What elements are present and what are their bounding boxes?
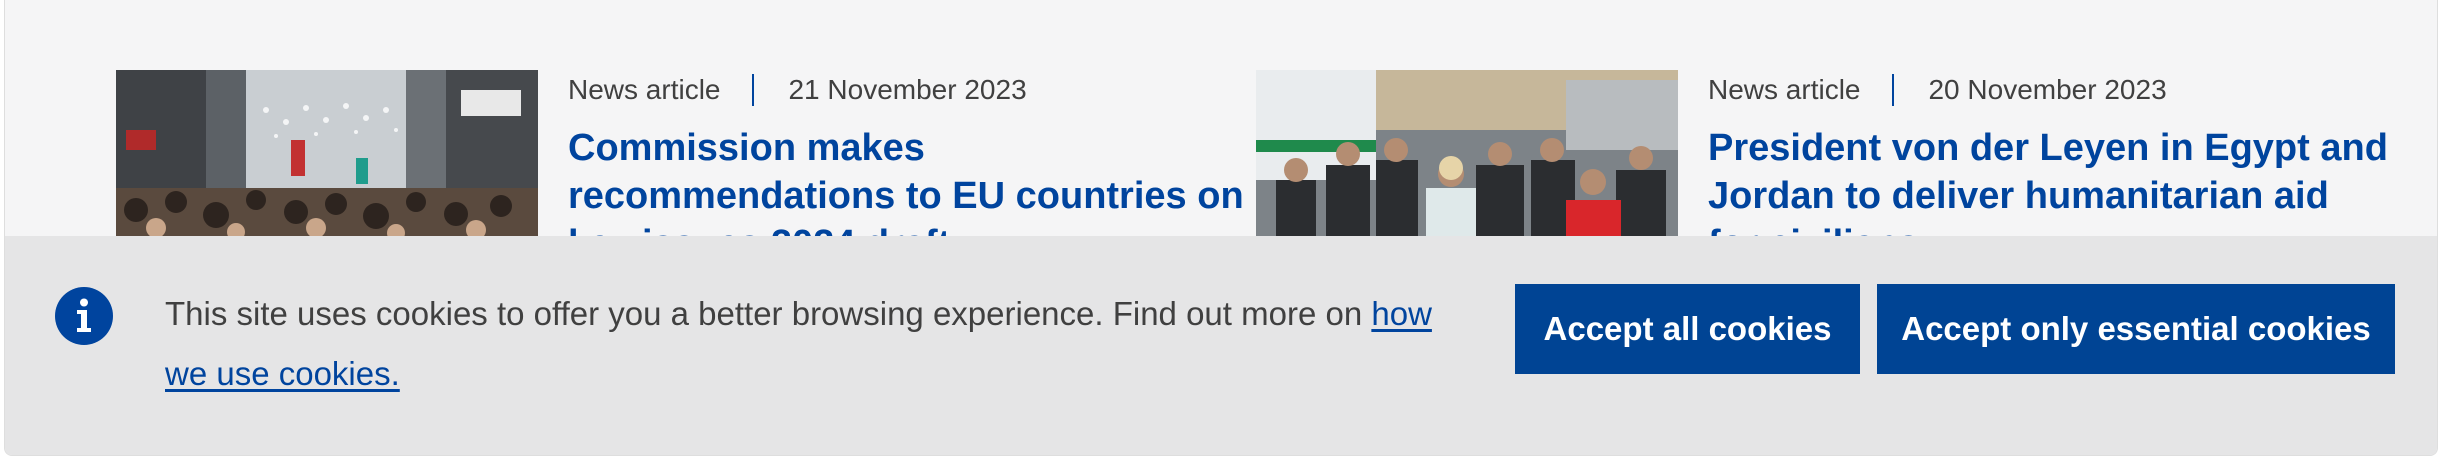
article-type: News article: [568, 74, 721, 105]
page-content: News article 21 November 2023 Commission…: [4, 0, 2438, 456]
cookie-message: This site uses cookies to offer you a be…: [165, 284, 1465, 404]
article-date: 21 November 2023: [788, 74, 1027, 105]
info-icon: [55, 287, 113, 345]
meta-divider: [1892, 74, 1895, 106]
cookie-message-text: This site uses cookies to offer you a be…: [165, 295, 1372, 332]
article-meta: News article 21 November 2023: [568, 74, 1027, 106]
article-meta: News article 20 November 2023: [1708, 74, 2167, 106]
article-type: News article: [1708, 74, 1861, 105]
meta-divider: [752, 74, 755, 106]
article-date: 20 November 2023: [1928, 74, 2167, 105]
cookie-consent-banner: This site uses cookies to offer you a be…: [5, 236, 2437, 455]
accept-all-cookies-button[interactable]: Accept all cookies: [1515, 284, 1860, 374]
accept-essential-cookies-button[interactable]: Accept only essential cookies: [1877, 284, 2395, 374]
